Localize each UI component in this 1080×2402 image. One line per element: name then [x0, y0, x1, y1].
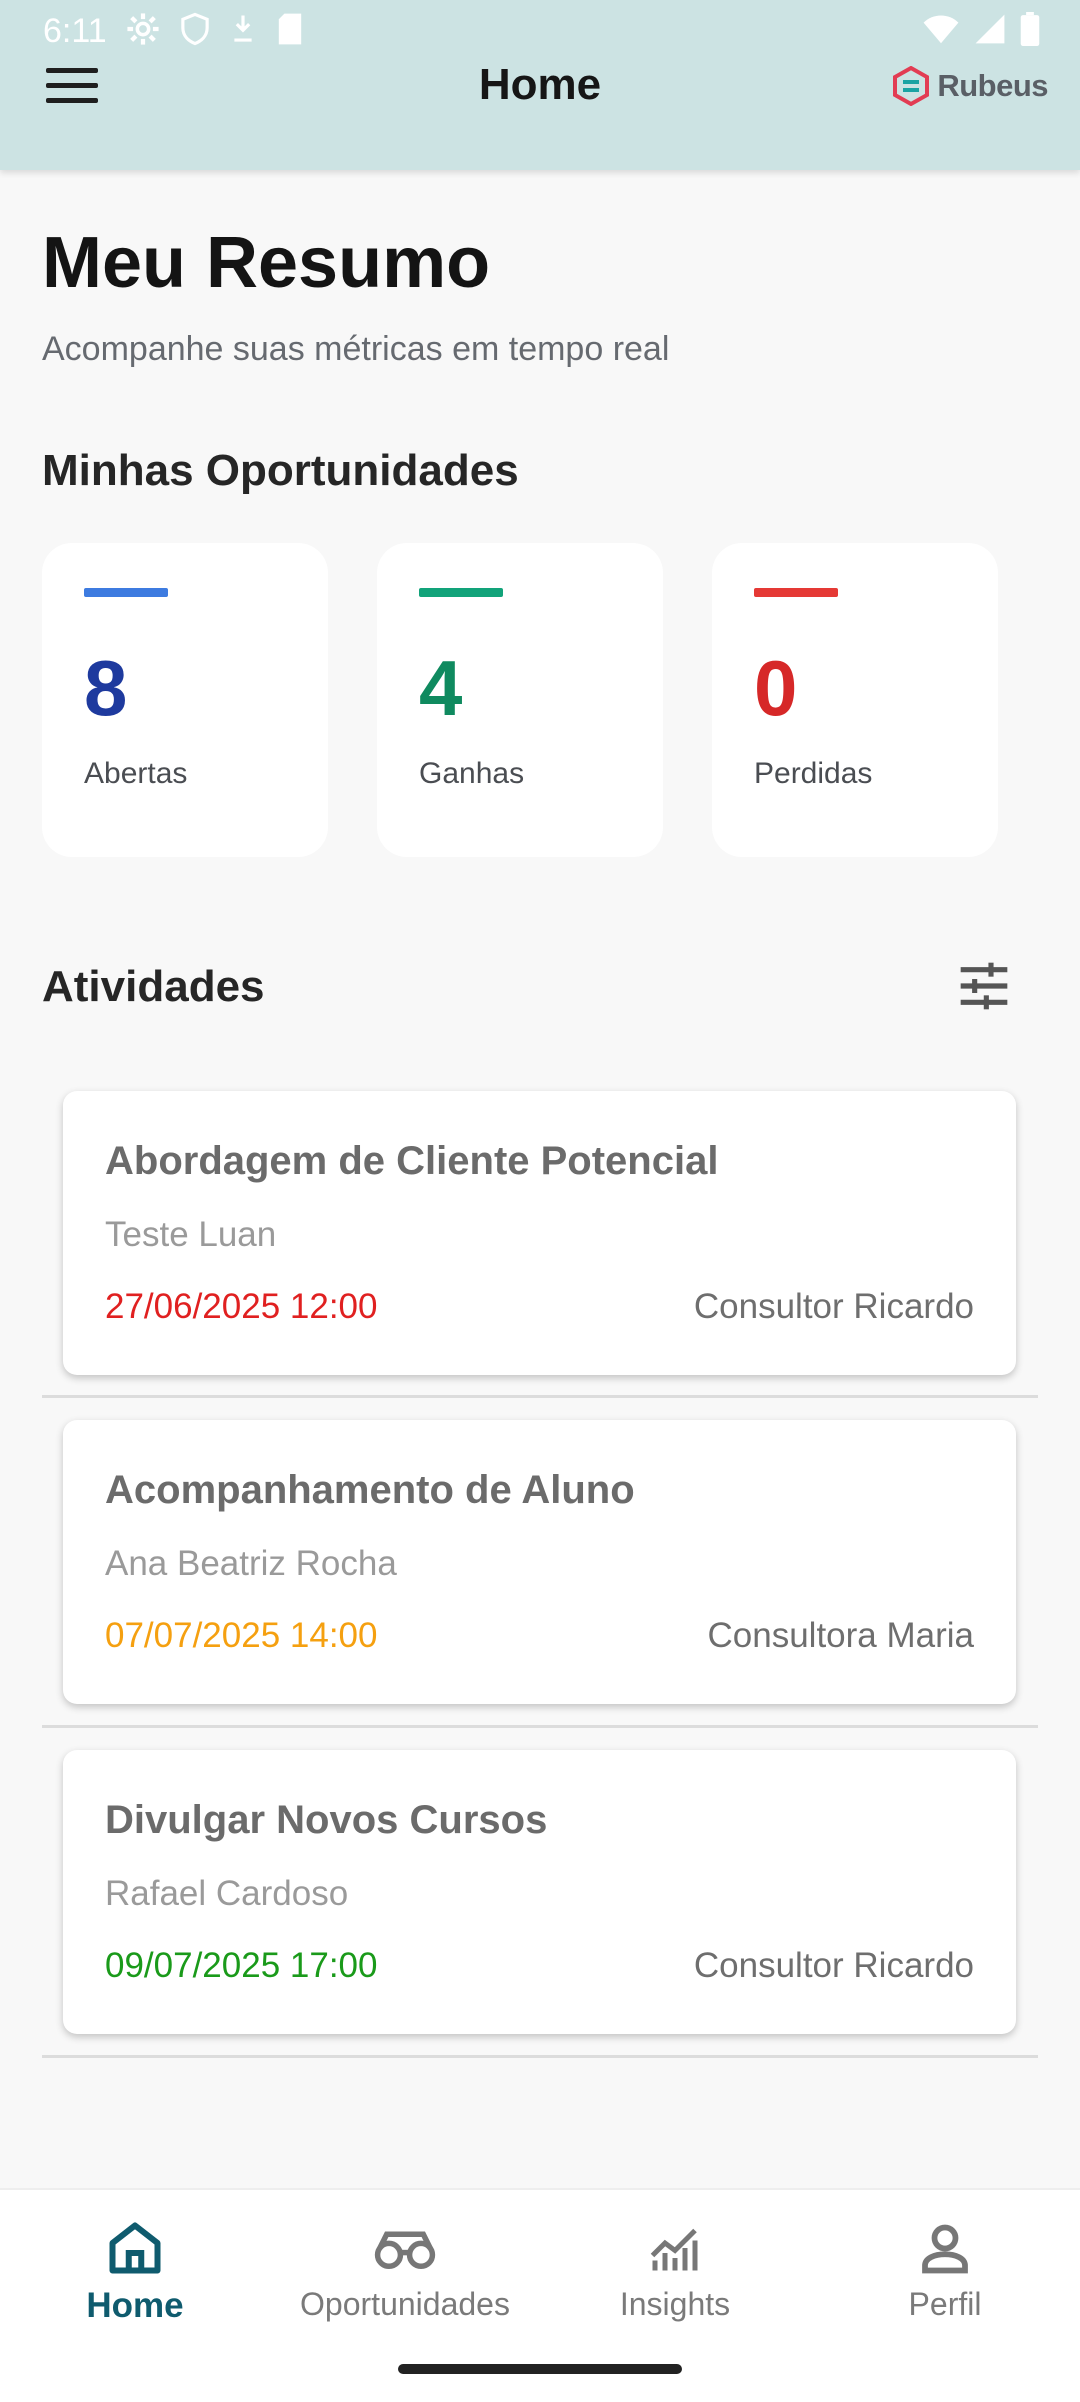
brand-text: Rubeus: [937, 68, 1048, 103]
sd-card-icon: [278, 13, 302, 45]
nav-home[interactable]: Home: [0, 2218, 270, 2348]
nav-label: Home: [86, 2286, 184, 2325]
download-icon: [234, 15, 252, 42]
summary-title: Meu Resumo: [42, 223, 491, 303]
opportunity-card-lost[interactable]: 0 Perdidas: [712, 543, 998, 857]
activities-title: Atividades: [42, 962, 265, 1011]
nav-insights[interactable]: Insights: [540, 2218, 810, 2348]
activity-person: Rafael Cardoso: [105, 1874, 349, 1913]
nav-label: Oportunidades: [300, 2286, 510, 2322]
stat-label: Ganhas: [419, 757, 525, 790]
stat-accent-bar: [84, 588, 168, 597]
activity-card[interactable]: Acompanhamento de Aluno Ana Beatriz Roch…: [63, 1420, 1016, 1704]
activity-title: Abordagem de Cliente Potencial: [105, 1139, 719, 1183]
brand-logo: Rubeus: [891, 64, 1048, 108]
activity-title: Divulgar Novos Cursos: [105, 1798, 548, 1842]
nav-label: Insights: [619, 2286, 731, 2322]
stat-value: 8: [84, 644, 128, 732]
activity-date: 07/07/2025 14:00: [105, 1616, 378, 1655]
stat-value: 0: [754, 644, 798, 732]
settings-icon: [127, 13, 159, 45]
activity-person: Ana Beatriz Rocha: [105, 1544, 397, 1583]
activity-card[interactable]: Abordagem de Cliente Potencial Teste Lua…: [63, 1091, 1016, 1375]
stat-accent-bar: [419, 588, 503, 597]
summary-subtitle: Acompanhe suas métricas em tempo real: [42, 330, 670, 368]
stat-label: Abertas: [84, 757, 188, 790]
activity-card[interactable]: Divulgar Novos Cursos Rafael Cardoso 09/…: [63, 1750, 1016, 2034]
divider: [42, 1725, 1038, 1728]
person-icon: [922, 2224, 968, 2274]
signal-icon: [975, 14, 1005, 44]
activity-date: 27/06/2025 12:00: [105, 1287, 378, 1326]
app-bar: 6:11 Home Rubeus: [0, 0, 1080, 170]
stat-value: 4: [419, 644, 463, 732]
status-time: 6:11: [43, 12, 107, 50]
opportunities-title: Minhas Oportunidades: [42, 446, 519, 495]
nav-oportunidades[interactable]: Oportunidades: [270, 2218, 540, 2348]
activity-person: Teste Luan: [105, 1215, 277, 1254]
nav-label: Perfil: [908, 2286, 982, 2322]
home-icon: [109, 2222, 161, 2274]
divider: [42, 1395, 1038, 1398]
battery-icon: [1020, 12, 1040, 46]
rubeus-logo-icon: [893, 66, 930, 106]
stat-accent-bar: [754, 588, 838, 597]
activity-consultant: Consultor Ricardo: [693, 1287, 974, 1326]
activity-title: Acompanhamento de Aluno: [105, 1468, 635, 1512]
filter-icon[interactable]: [956, 958, 1012, 1014]
divider: [42, 2055, 1038, 2058]
activity-consultant: Consultor Ricardo: [693, 1946, 974, 1985]
status-bar: 6:11: [0, 0, 1080, 62]
opportunity-card-won[interactable]: 4 Ganhas: [377, 543, 663, 857]
chart-icon: [650, 2228, 698, 2271]
activity-consultant: Consultora Maria: [707, 1616, 975, 1655]
wifi-icon: [923, 15, 959, 44]
binoculars-icon: [374, 2231, 436, 2270]
opportunity-card-open[interactable]: 8 Abertas: [42, 543, 328, 857]
stat-label: Perdidas: [754, 757, 873, 790]
activity-date: 09/07/2025 17:00: [105, 1946, 378, 1985]
nav-perfil[interactable]: Perfil: [810, 2218, 1080, 2348]
shield-icon: [181, 12, 209, 46]
gesture-bar[interactable]: [398, 2364, 682, 2374]
